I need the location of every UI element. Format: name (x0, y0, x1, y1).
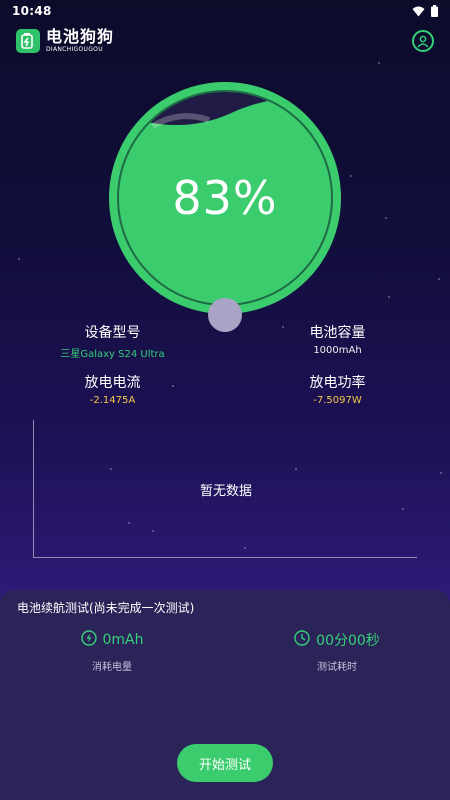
app-header: 电池狗狗 DIANCHIGOUGOU (16, 28, 434, 54)
discharge-power-value: -7.5097W (313, 395, 362, 406)
battery-capacity-block: 电池容量 1000mAh (290, 322, 385, 356)
logo-title: 电池狗狗 (46, 27, 115, 46)
duration-stat: 00分00秒 测试耗时 (282, 630, 392, 673)
battery-gauge: 83% (109, 82, 341, 314)
status-bar: 10:48 (0, 0, 450, 22)
battery-percent: 83% (172, 171, 278, 225)
user-circle-icon[interactable] (412, 30, 434, 52)
discharge-current-value: -2.1475A (89, 395, 136, 406)
gauge-knob (208, 298, 242, 332)
status-time: 10:48 (12, 4, 52, 18)
battery-icon (431, 2, 438, 21)
consumed-label: 消耗电量 (92, 662, 132, 673)
duration-value: 00分00秒 (316, 633, 380, 649)
app-logo: 电池狗狗 DIANCHIGOUGOU (16, 29, 114, 53)
discharge-chart: 暂无数据 (33, 420, 417, 558)
battery-capacity-label: 电池容量 (309, 325, 366, 341)
discharge-current-block: 放电电流 -2.1475A (65, 372, 160, 406)
consumed-stat: 0mAh 消耗电量 (62, 630, 162, 673)
battery-capacity-value: 1000mAh (313, 345, 362, 356)
duration-label: 测试耗时 (317, 662, 357, 673)
clock-icon (294, 630, 310, 650)
endurance-test-panel: 电池续航测试(尚未完成一次测试) 0mAh 消耗电量 00分00秒 测试耗时 开… (0, 590, 450, 800)
device-model-block: 设备型号 三星Galaxy S24 Ultra (55, 322, 170, 360)
battery-dog-logo-icon (16, 29, 40, 53)
device-model-value: 三星Galaxy S24 Ultra (60, 349, 165, 360)
discharge-power-label: 放电功率 (309, 375, 366, 391)
consumed-value: 0mAh (102, 632, 144, 648)
wifi-icon (412, 2, 425, 21)
system-icons (412, 2, 438, 21)
endurance-title: 电池续航测试(尚未完成一次测试) (17, 601, 195, 615)
discharge-current-label: 放电电流 (84, 375, 141, 391)
start-test-button[interactable]: 开始测试 (177, 744, 273, 782)
logo-subtitle: DIANCHIGOUGOU (46, 46, 103, 53)
lightning-icon (80, 630, 97, 650)
device-model-label: 设备型号 (84, 325, 141, 341)
chart-empty-text: 暂无数据 (199, 484, 252, 499)
discharge-power-block: 放电功率 -7.5097W (290, 372, 385, 406)
